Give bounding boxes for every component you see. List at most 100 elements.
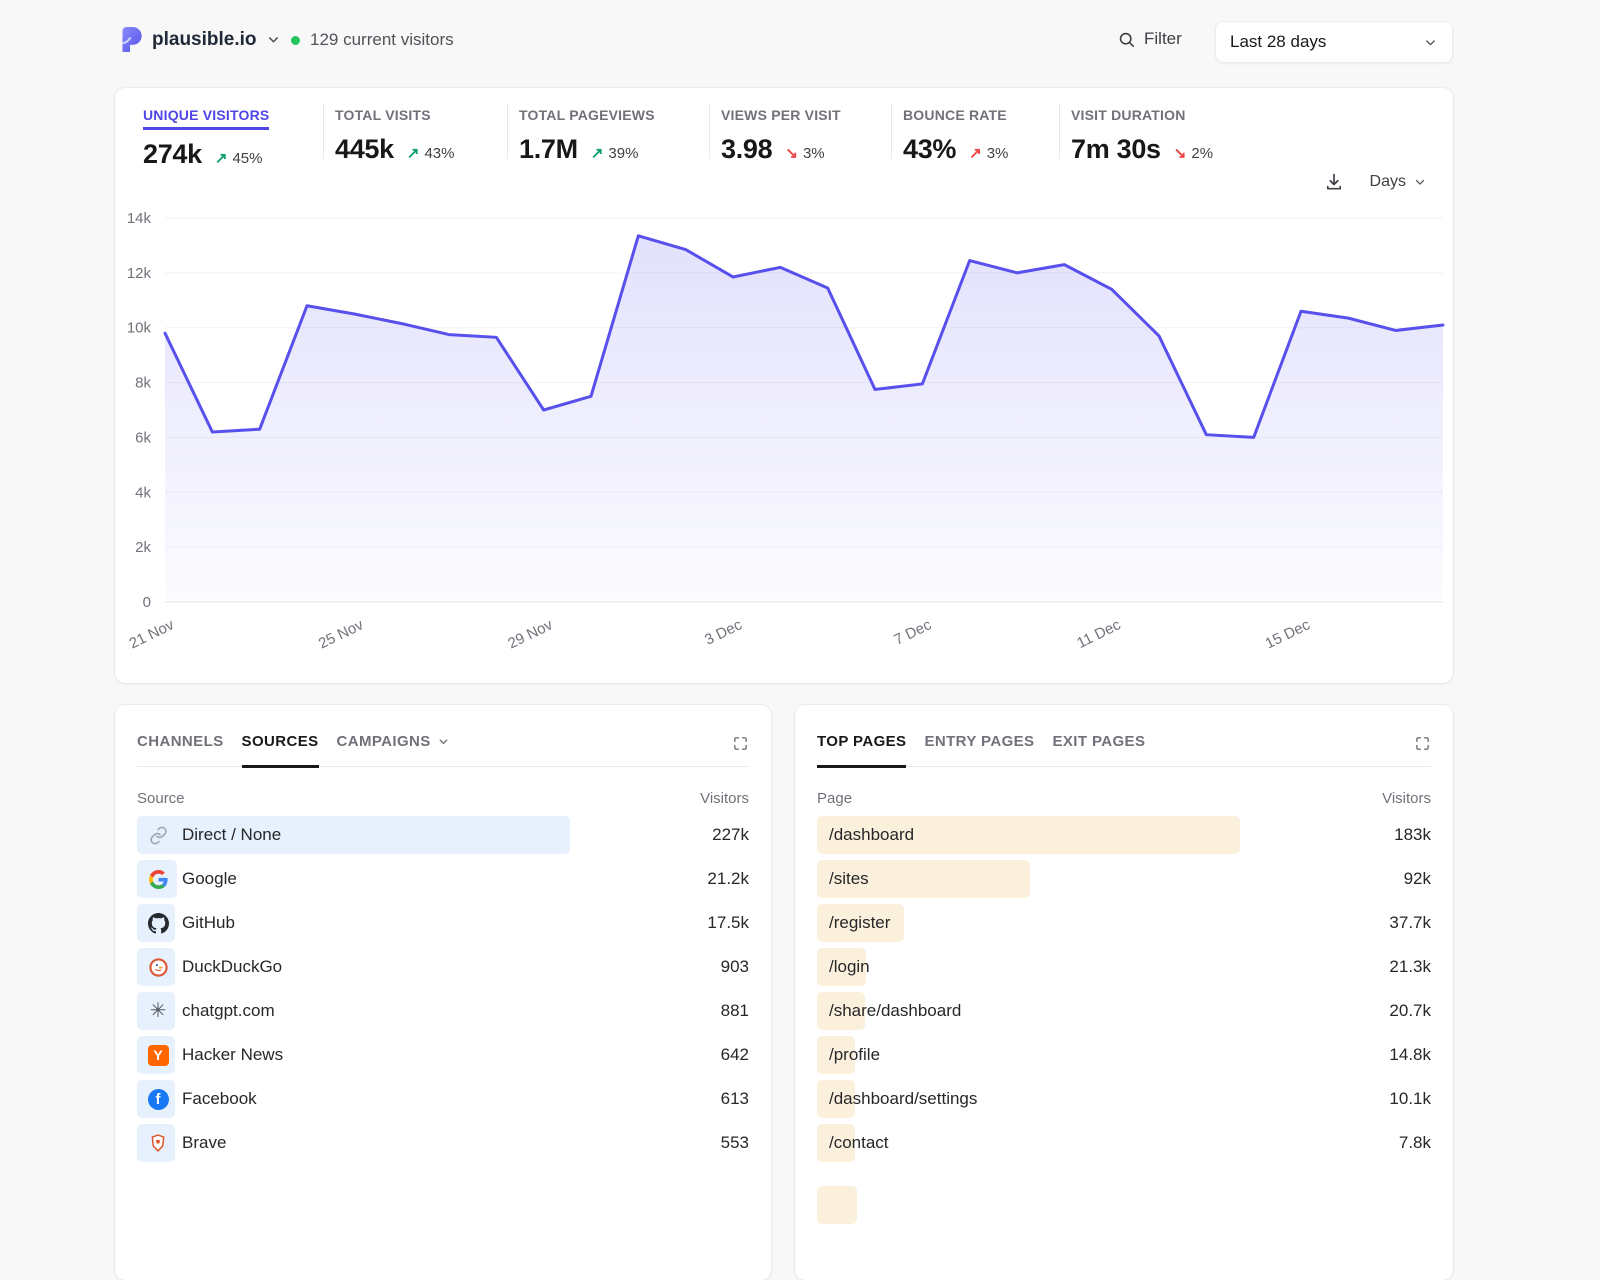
stat-value-row: 445k ↗43% (335, 134, 454, 165)
chevron-down-icon (437, 735, 450, 748)
row-label: Direct / None (182, 825, 281, 845)
source-row-facebook[interactable]: fFacebook613 (137, 1080, 749, 1118)
stat-value: 445k (335, 134, 394, 165)
tab-top-pages[interactable]: TOP PAGES (817, 733, 906, 768)
stat-views-per-visit[interactable]: VIEWS PER VISIT3.98↘3% (721, 107, 841, 165)
stat-label: VISIT DURATION (1071, 107, 1186, 123)
chart-controls: Days (1324, 172, 1427, 192)
row-content: /dashboard (817, 816, 1431, 854)
hackernews-icon: Y (147, 1044, 169, 1066)
y-tick-label: 0 (143, 594, 151, 611)
source-row-duckduckgo[interactable]: DuckDuckGo903 (137, 948, 749, 986)
download-icon[interactable] (1324, 172, 1344, 192)
site-name: plausible.io (152, 29, 257, 51)
visitors-area-chart[interactable]: 02k4k6k8k10k12k14k21 Nov25 Nov29 Nov3 De… (115, 194, 1453, 674)
row-value: 17.5k (707, 904, 749, 942)
expand-icon[interactable] (732, 735, 749, 752)
y-tick-label: 10k (127, 320, 152, 337)
date-range-value: Last 28 days (1230, 32, 1326, 52)
sources-tabs: CHANNELS SOURCES CAMPAIGNS (137, 733, 749, 767)
current-visitors-label: 129 current visitors (310, 30, 454, 50)
stat-divider (709, 104, 710, 159)
row-content: fFacebook (137, 1080, 749, 1118)
column-visitors: Visitors (1382, 790, 1431, 807)
row-label: /contact (829, 1133, 889, 1153)
plausible-dashboard: { "colors": { "accent": "#5850ec", "acti… (0, 0, 1600, 1200)
stat-bounce-rate[interactable]: BOUNCE RATE43%↗3% (903, 107, 1008, 165)
stat-label: TOTAL PAGEVIEWS (519, 107, 655, 123)
stat-label: VIEWS PER VISIT (721, 107, 841, 123)
row-content: YHacker News (137, 1036, 749, 1074)
row-value: 642 (721, 1036, 749, 1074)
stat-change: ↗43% (407, 144, 455, 162)
page-row-dashboard[interactable]: /dashboard183k (817, 816, 1431, 854)
stat-total-pageviews[interactable]: TOTAL PAGEVIEWS1.7M↗39% (519, 107, 655, 165)
row-content: /share/dashboard (817, 992, 1431, 1030)
tab-campaigns[interactable]: CAMPAIGNS (337, 733, 450, 768)
row-content: /sites (817, 860, 1431, 898)
page-row-login[interactable]: /login21.3k (817, 948, 1431, 986)
x-tick-label: 11 Dec (1074, 616, 1124, 652)
duckduckgo-icon (147, 956, 169, 978)
tab-entry-pages[interactable]: ENTRY PAGES (924, 733, 1034, 768)
stat-value-row: 43%↗3% (903, 134, 1008, 165)
stat-change-percent: 45% (232, 150, 262, 167)
row-label: /register (829, 913, 890, 933)
page-row-share-dashboard[interactable]: /share/dashboard20.7k (817, 992, 1431, 1030)
date-range-picker[interactable]: Last 28 days (1215, 21, 1453, 63)
page-row-profile[interactable]: /profile14.8k (817, 1036, 1431, 1074)
interval-dropdown[interactable]: Days (1370, 173, 1427, 191)
row-content: /register (817, 904, 1431, 942)
stat-visit-duration[interactable]: VISIT DURATION 7m 30s↘2% (1071, 107, 1213, 165)
sources-list: Direct / None227k Google21.2k GitHub 17.5k D… (137, 816, 749, 1168)
site-switcher[interactable]: plausible.io (118, 26, 281, 53)
stat-total-visits[interactable]: TOTAL VISITS445k↗43% (335, 107, 454, 165)
row-label: /sites (829, 869, 869, 889)
chart-area-fill (165, 236, 1443, 602)
stat-divider (323, 104, 324, 159)
y-tick-label: 8k (135, 375, 151, 392)
row-value: 183k (1394, 816, 1431, 854)
brave-icon (147, 1132, 169, 1154)
tab-label: CHANNELS (137, 733, 224, 750)
row-value: 37.7k (1389, 904, 1431, 942)
y-tick-label: 12k (127, 265, 152, 282)
x-tick-label: 25 Nov (316, 616, 367, 652)
stat-divider (507, 104, 508, 159)
source-row-chatgpt-com[interactable]: ✳chatgpt.com881 (137, 992, 749, 1030)
page-row-dashboard-settings[interactable]: /dashboard/settings10.1k (817, 1080, 1431, 1118)
pages-panel: TOP PAGES ENTRY PAGES EXIT PAGES Page Visi… (795, 705, 1453, 1280)
tab-channels[interactable]: CHANNELS (137, 733, 224, 768)
openai-icon: ✳ (147, 1000, 169, 1022)
current-visitors[interactable]: 129 current visitors (291, 30, 454, 50)
tab-label: EXIT PAGES (1052, 733, 1145, 750)
row-content: /contact (817, 1124, 1431, 1162)
source-row-google[interactable]: Google21.2k (137, 860, 749, 898)
tab-sources[interactable]: SOURCES (242, 733, 319, 768)
row-content: Google (137, 860, 749, 898)
arrow-up-icon: ↗ (215, 149, 228, 167)
tab-label: SOURCES (242, 733, 319, 750)
facebook-icon: f (148, 1089, 169, 1110)
row-value: 613 (721, 1080, 749, 1118)
row-content: GitHub (137, 904, 749, 942)
expand-icon[interactable] (1414, 735, 1431, 752)
source-row-direct-none[interactable]: Direct / None227k (137, 816, 749, 854)
source-row-brave[interactable]: Brave553 (137, 1124, 749, 1162)
tab-exit-pages[interactable]: EXIT PAGES (1052, 733, 1145, 768)
stat-unique-visitors[interactable]: UNIQUE VISITORS274k↗45% (143, 107, 269, 170)
facebook-icon: f (147, 1088, 169, 1110)
page-row-register[interactable]: /register 37.7k (817, 904, 1431, 942)
filter-button[interactable]: Filter (1117, 29, 1182, 49)
x-tick-label: 3 Dec (702, 616, 745, 649)
page-row-contact[interactable]: /contact7.8k (817, 1124, 1431, 1162)
stat-value-row: 7m 30s↘2% (1071, 134, 1213, 165)
stat-value-row: 274k↗45% (143, 139, 269, 170)
search-icon (1117, 30, 1136, 49)
row-label: GitHub (182, 913, 235, 933)
page-row-sites[interactable]: /sites92k (817, 860, 1431, 898)
pages-column-headers: Page Visitors (817, 790, 1431, 807)
stat-value: 1.7M (519, 134, 578, 165)
source-row-hacker-news[interactable]: YHacker News642 (137, 1036, 749, 1074)
source-row-github[interactable]: GitHub 17.5k (137, 904, 749, 942)
